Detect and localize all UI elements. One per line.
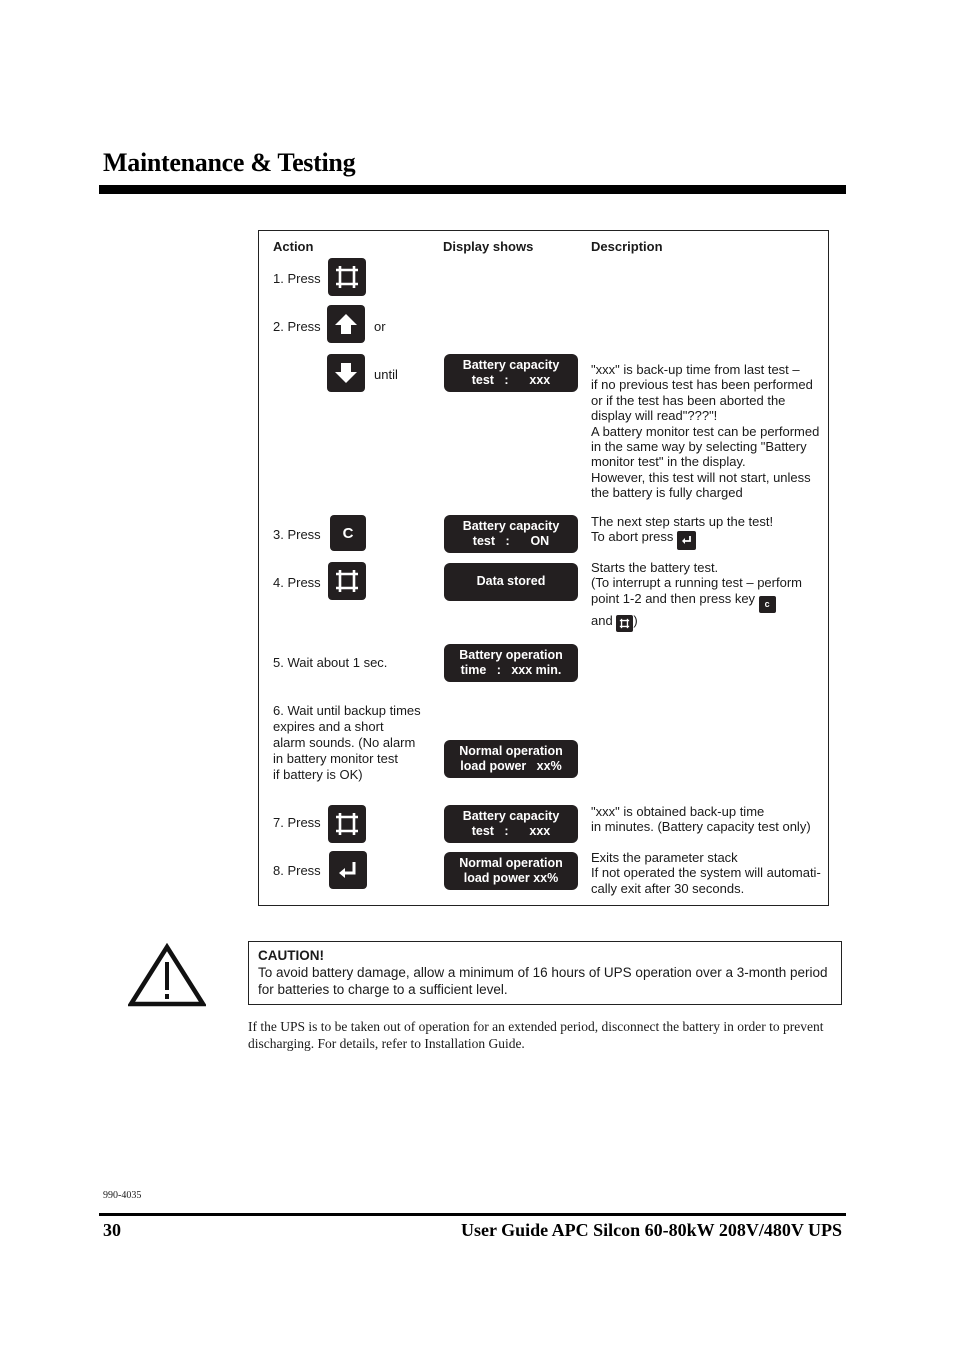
step-4-description-line-4: and )	[591, 613, 826, 633]
c-key-icon: C	[330, 515, 366, 551]
step-4-description-line-2: (To interrupt a running test – perform	[591, 575, 802, 591]
step-1-action: 1. Press	[273, 271, 321, 286]
step-5-action: 5. Wait about 1 sec.	[273, 655, 388, 670]
caution-heading: CAUTION!	[258, 948, 324, 963]
display-line-1: Data stored	[476, 574, 546, 589]
step-3-action: 3. Press	[273, 527, 321, 542]
display-normal-operation: Normal operation load power xx%	[444, 740, 578, 778]
display-battery-capacity-result: Battery capacity test : xxx	[444, 805, 578, 843]
enter-key-icon	[329, 851, 367, 889]
step-3-description: The next step starts up the test! To abo…	[591, 514, 826, 550]
display-line-1: Battery operation	[459, 647, 563, 662]
step-4-description-line-1: Starts the battery test.	[591, 560, 719, 575]
display-battery-operation-time: Battery operation time : xxx min.	[444, 644, 578, 682]
display-line-1: Battery capacity	[462, 808, 560, 823]
caution-text: To avoid battery damage, allow a minimum…	[258, 965, 828, 997]
display-line-2: load power xx%	[463, 871, 559, 885]
display-line-2: test : xxx	[471, 373, 551, 387]
step-7-action: 7. Press	[273, 815, 321, 830]
display-line-1: Normal operation	[459, 743, 563, 758]
title-rule	[99, 185, 846, 194]
step-6-action: 6. Wait until backup times expires and a…	[273, 703, 421, 782]
menu-key-icon	[328, 805, 366, 843]
display-line-2: time : xxx min.	[460, 663, 562, 677]
step-8-description: Exits the parameter stack If not operate…	[591, 850, 821, 896]
display-line-1: Battery capacity	[462, 518, 560, 533]
menu-key-icon	[328, 258, 366, 296]
step-4-action: 4. Press	[273, 575, 321, 590]
step-4-description: Starts the battery test. (To interrupt a…	[591, 560, 826, 633]
column-header-description: Description	[591, 239, 663, 254]
step-2-or: or	[374, 319, 386, 334]
menu-key-icon	[328, 562, 366, 600]
storage-note: If the UPS is to be taken out of operati…	[248, 1019, 824, 1051]
column-header-action: Action	[273, 239, 314, 254]
step-4-description-line-3: point 1-2 and then press key c	[591, 591, 826, 614]
display-battery-capacity-on: Battery capacity test : ON	[444, 515, 578, 553]
step-2-action: 2. Press	[273, 319, 321, 334]
step-8-action: 8. Press	[273, 863, 321, 878]
page-number: 30	[103, 1220, 121, 1240]
display-normal-operation-exit: Normal operation load power xx%	[444, 852, 578, 890]
display-line-1: Normal operation	[459, 855, 563, 870]
display-data-stored: Data stored	[444, 563, 578, 601]
display-line-1: Battery capacity	[462, 357, 560, 372]
caution-box: CAUTION! To avoid battery damage, allow …	[248, 941, 842, 1005]
column-header-display: Display shows	[443, 239, 534, 254]
c-key-icon: c	[758, 596, 776, 614]
menu-key-icon	[616, 615, 634, 633]
enter-key-icon	[677, 530, 696, 550]
up-arrow-key-icon	[327, 305, 365, 343]
display-line-2: test : ON	[472, 534, 550, 548]
step-7-description: "xxx" is obtained back-up time in minute…	[591, 804, 811, 835]
step-2-description: "xxx" is back-up time from last test – i…	[591, 362, 820, 501]
step-3-description-line-1: The next step starts up the test!	[591, 514, 774, 529]
step-2-until: until	[374, 367, 398, 382]
footer-rule	[99, 1213, 846, 1216]
display-line-2: load power xx%	[460, 759, 562, 773]
warning-triangle-icon	[126, 942, 208, 1012]
document-number: 990-4035	[103, 1190, 142, 1201]
guide-title: User Guide APC Silcon 60-80kW 208V/480V …	[460, 1220, 842, 1240]
page-title: Maintenance & Testing	[103, 148, 356, 177]
display-battery-capacity-test: Battery capacity test : xxx	[444, 354, 578, 392]
display-line-2: test : xxx	[471, 824, 551, 838]
step-3-description-line-2: To abort press	[591, 529, 826, 550]
down-arrow-key-icon	[327, 354, 365, 392]
